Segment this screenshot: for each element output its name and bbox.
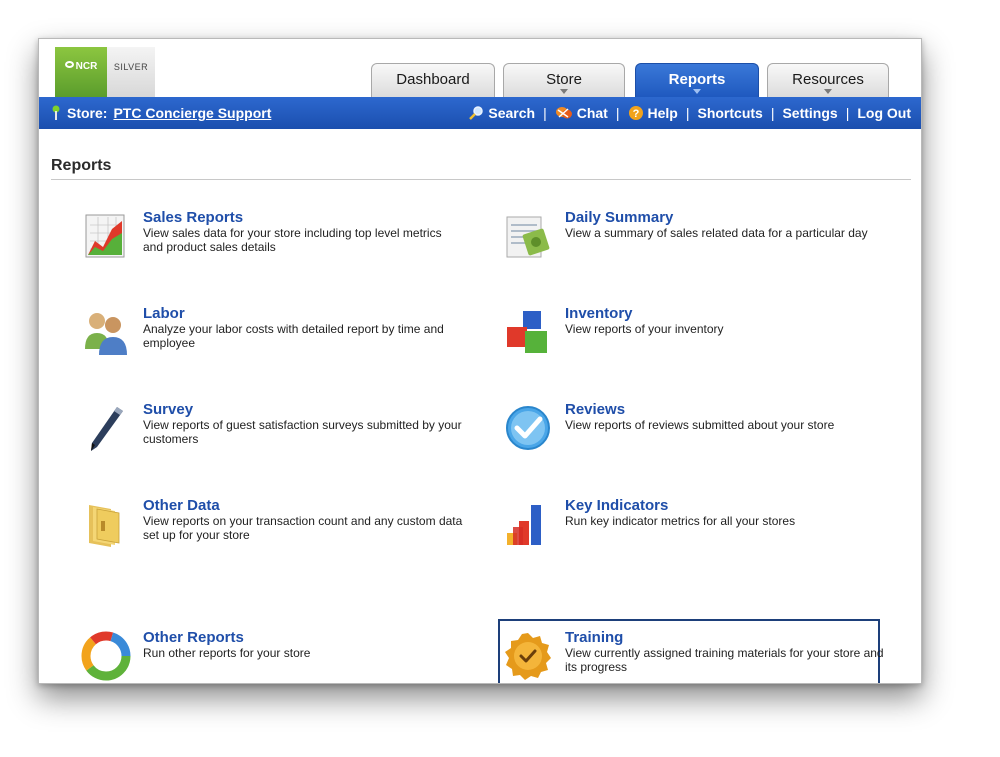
chevron-down-icon <box>560 89 568 94</box>
report-title[interactable]: Sales Reports <box>143 209 243 226</box>
report-title[interactable]: Reviews <box>565 401 625 418</box>
ncr-logo: NCR <box>55 47 107 97</box>
tab-resources[interactable]: Resources <box>767 63 889 97</box>
logout-link[interactable]: Log Out <box>857 105 911 121</box>
report-title[interactable]: Other Reports <box>143 629 244 646</box>
help-icon: ? <box>628 106 643 120</box>
report-desc: Analyze your labor costs with detailed r… <box>143 322 444 350</box>
checkmark-icon <box>506 406 550 450</box>
report-desc: View reports of reviews submitted about … <box>565 418 835 432</box>
report-labor[interactable]: Labor Analyze your labor costs with deta… <box>81 305 461 365</box>
report-other-reports[interactable]: Other Reports Run other reports for your… <box>81 629 461 683</box>
report-title[interactable]: Other Data <box>143 497 220 514</box>
pen-icon <box>91 407 123 451</box>
report-reviews[interactable]: Reviews View reports of reviews submitte… <box>503 401 883 461</box>
chat-icon <box>555 107 572 119</box>
store-name-link[interactable]: PTC Concierge Support <box>113 105 271 121</box>
report-title[interactable]: Inventory <box>565 305 633 322</box>
nav-bar: Store: PTC Concierge Support Search | Ch… <box>39 97 921 129</box>
report-desc: View reports of your inventory <box>565 322 724 336</box>
tab-dashboard[interactable]: Dashboard <box>371 63 495 97</box>
report-inventory[interactable]: Inventory View reports of your inventory <box>503 305 883 365</box>
tab-store[interactable]: Store <box>503 63 625 97</box>
page-title: Reports <box>51 157 112 174</box>
report-desc: View a summary of sales related data for… <box>565 226 868 240</box>
report-daily-summary[interactable]: Daily Summary View a summary of sales re… <box>503 209 883 269</box>
pie-chart-icon <box>81 631 131 681</box>
report-title[interactable]: Key Indicators <box>565 497 668 514</box>
nav-links: Search | Chat | ? Help | Shortcuts | Set… <box>468 105 911 121</box>
report-title[interactable]: Daily Summary <box>565 209 673 226</box>
blocks-icon <box>507 311 547 353</box>
report-desc: View currently assigned training materia… <box>565 646 884 674</box>
people-icon <box>85 313 127 355</box>
svg-text:?: ? <box>632 108 639 120</box>
badge-icon <box>505 633 551 680</box>
chevron-down-icon <box>824 89 832 94</box>
report-desc: Run other reports for your store <box>143 646 311 660</box>
report-key-indicators[interactable]: Key Indicators Run key indicator metrics… <box>503 497 883 557</box>
report-title[interactable]: Survey <box>143 401 193 418</box>
search-link[interactable]: Search <box>468 105 535 121</box>
chat-link[interactable]: Chat <box>555 105 608 121</box>
sales-chart-icon <box>85 214 125 258</box>
tab-reports[interactable]: Reports <box>635 63 759 97</box>
header: NCR SILVER Dashboard Store Reports Resou… <box>39 39 921 97</box>
settings-link[interactable]: Settings <box>782 105 837 121</box>
ncr-silver-logo[interactable]: NCR SILVER <box>55 47 155 97</box>
daily-summary-icon <box>506 216 550 258</box>
report-other-data[interactable]: Other Data View reports on your transact… <box>81 497 463 557</box>
store-label: Store: <box>67 105 108 121</box>
report-desc: View sales data for your store including… <box>143 226 442 254</box>
report-survey[interactable]: Survey View reports of guest satisfactio… <box>81 401 462 461</box>
folder-icon <box>89 505 120 547</box>
reports-content: Reports Sales Reports View sales data fo… <box>39 129 921 683</box>
silver-logo: SILVER <box>107 47 155 97</box>
report-desc: View reports of guest satisfaction surve… <box>143 418 462 446</box>
report-desc: View reports on your transaction count a… <box>143 514 463 542</box>
report-desc: Run key indicator metrics for all your s… <box>565 514 796 528</box>
help-link[interactable]: ? Help <box>628 105 678 121</box>
report-title[interactable]: Labor <box>143 305 185 322</box>
store-selector: Store: PTC Concierge Support <box>51 105 271 121</box>
pin-icon <box>52 105 60 120</box>
search-icon <box>469 106 484 120</box>
report-training[interactable]: Training View currently assigned trainin… <box>503 629 884 683</box>
shortcuts-link[interactable]: Shortcuts <box>697 105 762 121</box>
bar-chart-icon <box>507 505 541 545</box>
app-window: NCR SILVER Dashboard Store Reports Resou… <box>38 38 922 684</box>
report-sales-reports[interactable]: Sales Reports View sales data for your s… <box>81 209 461 269</box>
chevron-down-icon <box>693 89 701 94</box>
title-divider <box>51 179 911 180</box>
report-title[interactable]: Training <box>565 629 623 646</box>
